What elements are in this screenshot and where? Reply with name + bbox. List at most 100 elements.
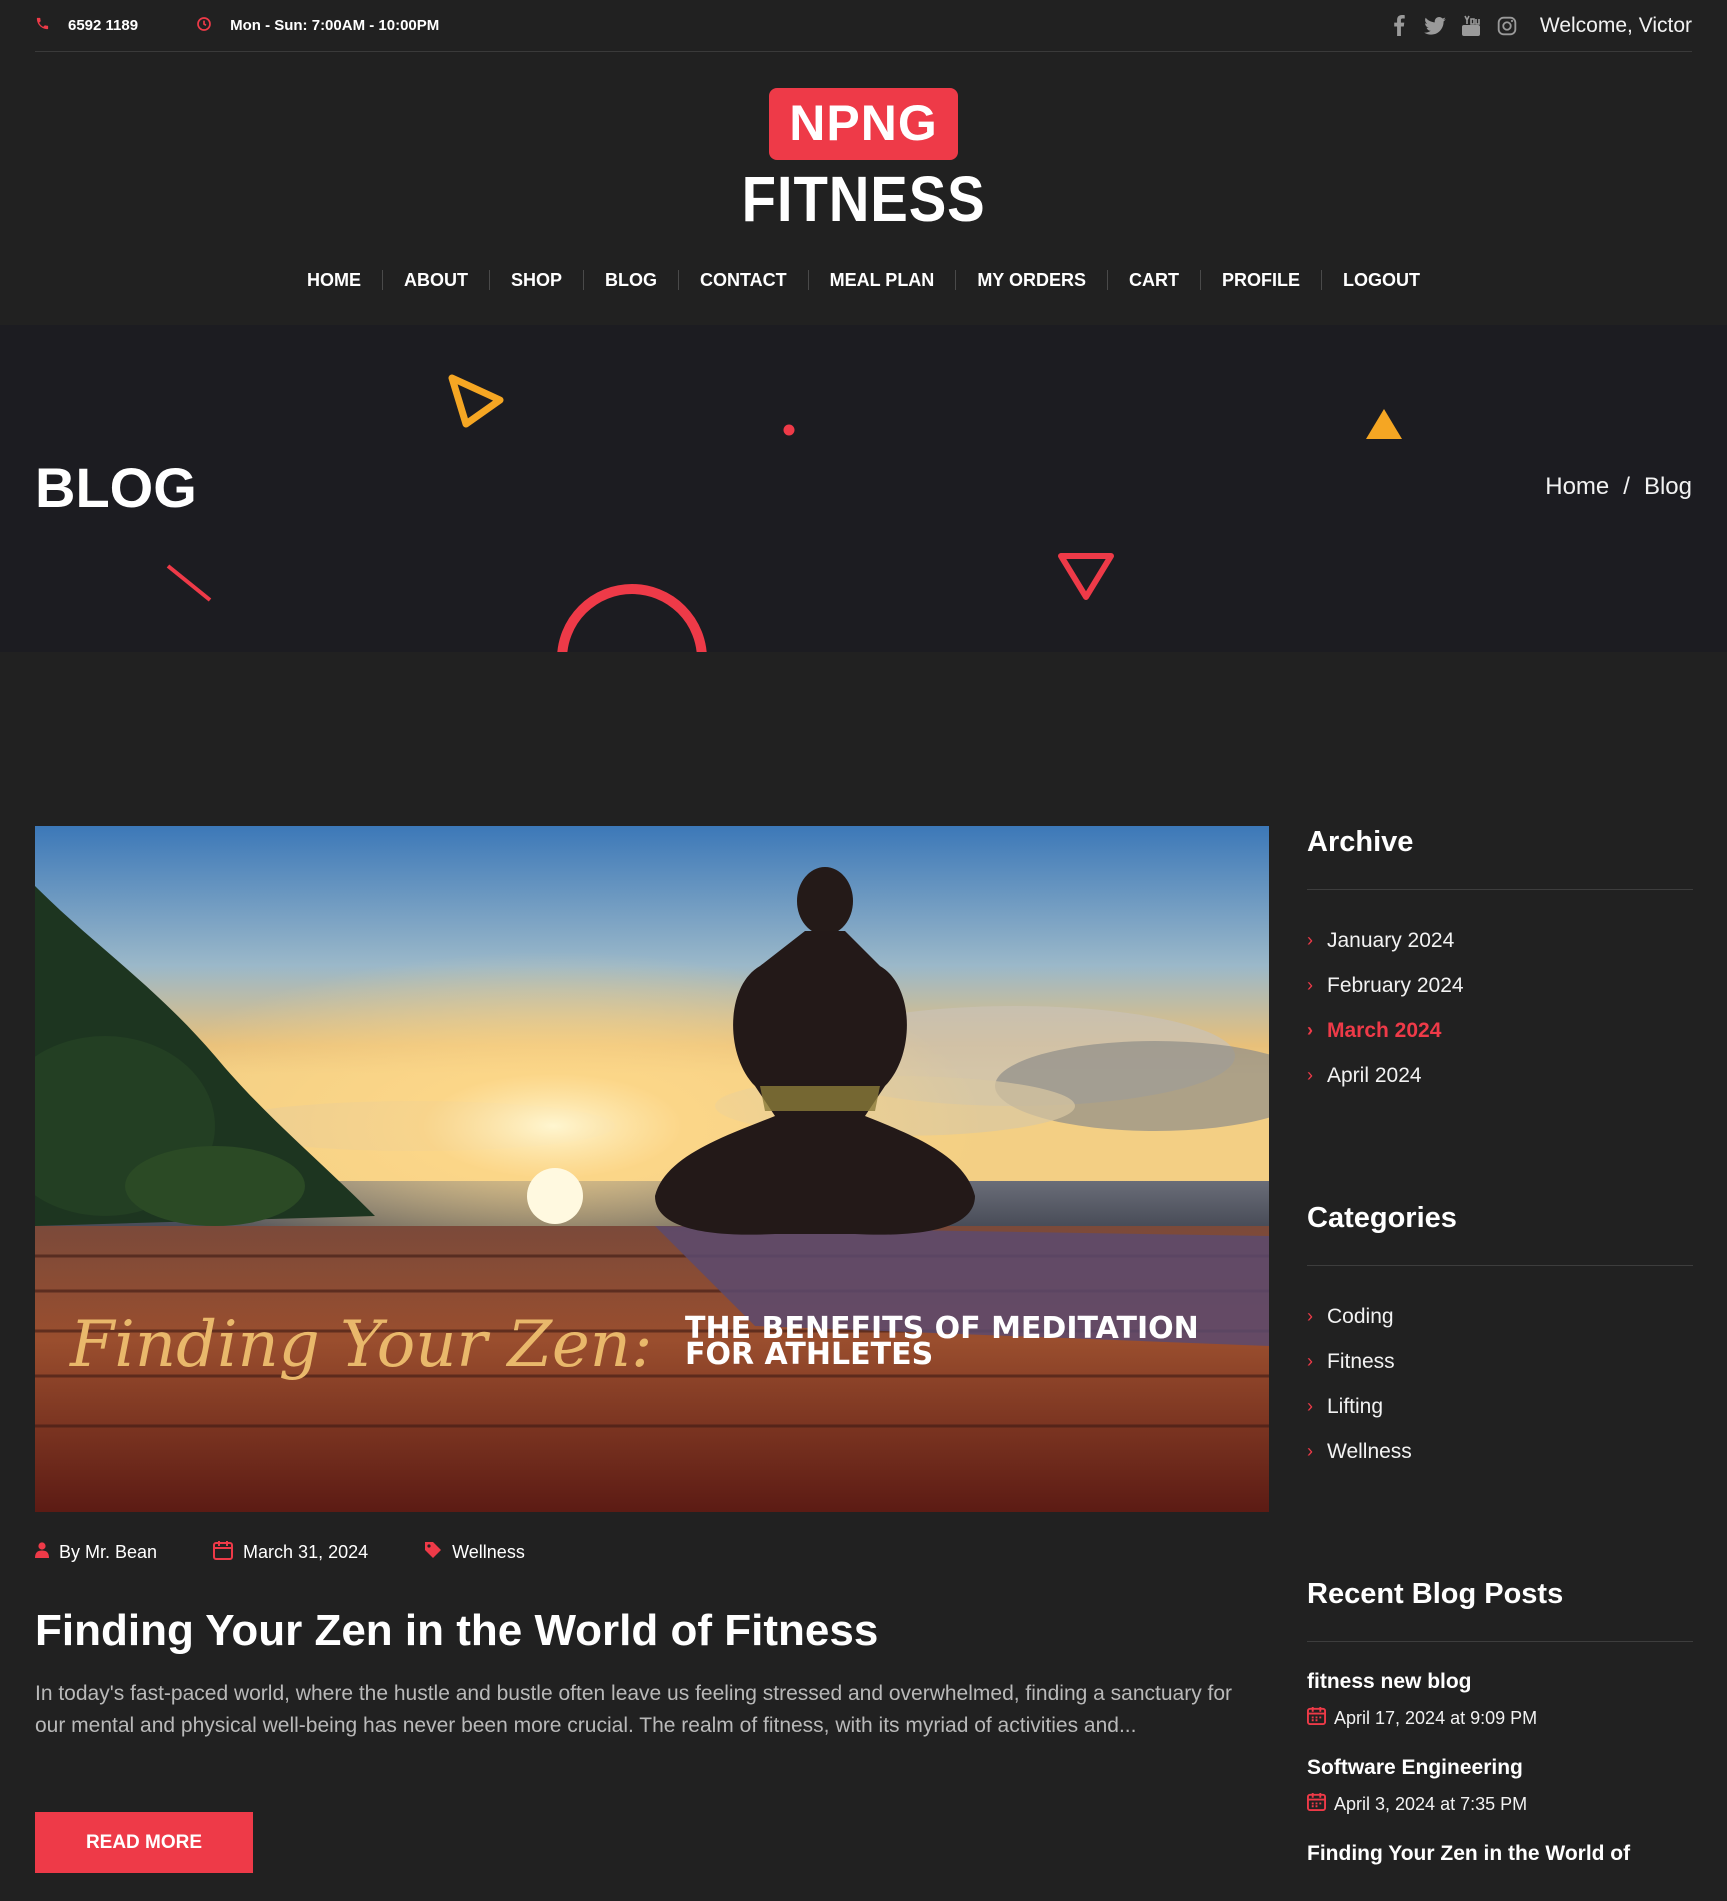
archive-item-label: March 2024 — [1327, 1018, 1442, 1042]
archive-item[interactable]: › February 2024 — [1307, 963, 1693, 1008]
recent-post[interactable]: Software Engineering April 3, 2024 at 7:… — [1307, 1756, 1693, 1816]
archive-item-active[interactable]: › March 2024 — [1307, 1008, 1693, 1053]
nav-home[interactable]: HOME — [286, 270, 383, 290]
page-title: BLOG — [35, 456, 197, 519]
topbar-right: Welcome, Victor — [1388, 14, 1692, 38]
chevron-right-icon: › — [1307, 975, 1313, 995]
archive-widget: Archive › January 2024 › February 2024 › Ma… — [1307, 826, 1693, 1098]
hours-text: Mon - Sun: 7:00AM - 10:00PM — [230, 17, 440, 34]
opening-hours: Mon - Sun: 7:00AM - 10:00PM — [196, 16, 439, 36]
nav-cart[interactable]: CART — [1108, 270, 1201, 290]
archive-item-label: January 2024 — [1327, 928, 1455, 952]
read-more-button[interactable]: READ MORE — [35, 1812, 253, 1873]
post-author[interactable]: By Mr. Bean — [35, 1540, 157, 1565]
facebook-icon[interactable] — [1388, 15, 1410, 37]
recent-post-title[interactable]: fitness new blog — [1307, 1670, 1693, 1694]
post-excerpt: In today's fast-paced world, where the h… — [35, 1682, 1233, 1737]
chevron-right-icon: › — [1307, 1306, 1313, 1326]
welcome-message: Welcome, Victor — [1539, 13, 1692, 37]
chevron-right-icon: › — [1307, 930, 1313, 950]
tag-icon — [424, 1541, 442, 1564]
archive-title: Archive — [1307, 826, 1693, 890]
phone-number: 6592 1189 — [68, 17, 139, 34]
triangle-outline-decoration — [448, 374, 504, 428]
chevron-right-icon: › — [1307, 1441, 1313, 1461]
chevron-right-icon: › — [1307, 1396, 1313, 1416]
nav-my-orders[interactable]: MY ORDERS — [956, 270, 1108, 290]
post-date: March 31, 2024 — [213, 1540, 368, 1565]
recent-post-title[interactable]: Software Engineering — [1307, 1756, 1693, 1780]
recent-post-title[interactable]: Finding Your Zen in the World of — [1307, 1842, 1693, 1866]
recent-posts-widget: Recent Blog Posts fitness new blog April… — [1307, 1578, 1693, 1866]
recent-post[interactable]: fitness new blog April 17, 2024 at 9:09 … — [1307, 1670, 1693, 1730]
page-banner: BLOG Home / Blog — [0, 325, 1727, 652]
clock-icon — [196, 16, 212, 36]
post-image-line2: FOR ATHLETES — [685, 1337, 933, 1372]
recent-post-date: April 3, 2024 at 7:35 PM — [1307, 1792, 1693, 1816]
post-featured-image[interactable]: Finding Your Zen: THE BENEFITS OF MEDITA… — [35, 826, 1269, 1512]
calendar-icon — [1307, 1706, 1326, 1730]
line-decoration — [166, 564, 212, 602]
post-image-artwork: Finding Your Zen: THE BENEFITS OF MEDITA… — [35, 826, 1269, 1512]
contact-info: 6592 1189 Mon - Sun: 7:00AM - 10:00PM — [35, 16, 439, 36]
nav-logout[interactable]: LOGOUT — [1322, 270, 1441, 290]
calendar-icon — [213, 1540, 234, 1565]
breadcrumb-home[interactable]: Home — [1545, 473, 1609, 501]
post-author-name: By Mr. Bean — [59, 1542, 158, 1562]
chevron-right-icon: › — [1307, 1065, 1313, 1085]
breadcrumb: Home / Blog — [1545, 473, 1692, 501]
archive-item[interactable]: › April 2024 — [1307, 1053, 1693, 1098]
phone-info: 6592 1189 — [35, 16, 138, 35]
recent-post-date: April 17, 2024 at 9:09 PM — [1307, 1706, 1693, 1730]
category-item[interactable]: › Lifting — [1307, 1384, 1693, 1429]
nav-contact[interactable]: CONTACT — [679, 270, 809, 290]
main-nav: HOME ABOUT SHOP BLOG CONTACT MEAL PLAN M… — [0, 270, 1727, 290]
dot-decoration — [783, 424, 795, 436]
triangle-solid-decoration — [1366, 409, 1402, 439]
triangle-down-decoration — [1058, 553, 1114, 600]
phone-icon — [35, 16, 50, 35]
nav-shop[interactable]: SHOP — [490, 270, 584, 290]
instagram-icon[interactable] — [1496, 15, 1518, 37]
post-title[interactable]: Finding Your Zen in the World of Fitness — [35, 1606, 878, 1656]
recent-post-date-text: April 17, 2024 at 9:09 PM — [1334, 1707, 1538, 1728]
recent-post[interactable]: Finding Your Zen in the World of — [1307, 1842, 1693, 1866]
chevron-right-icon: › — [1307, 1020, 1313, 1040]
category-item-label: Lifting — [1327, 1394, 1384, 1418]
archive-item-label: April 2024 — [1327, 1063, 1422, 1087]
post-image-script: Finding Your Zen: — [69, 1308, 653, 1382]
logo-badge: NPNG — [769, 88, 958, 160]
category-item[interactable]: › Fitness — [1307, 1339, 1693, 1384]
post-category-text: Wellness — [452, 1542, 525, 1562]
post-date-text: March 31, 2024 — [243, 1542, 369, 1562]
breadcrumb-separator: / — [1623, 473, 1630, 500]
recent-post-date-text: April 3, 2024 at 7:35 PM — [1334, 1793, 1528, 1814]
calendar-icon — [1307, 1792, 1326, 1816]
archive-item-label: February 2024 — [1327, 973, 1464, 997]
nav-meal-plan[interactable]: MEAL PLAN — [809, 270, 957, 290]
post-category[interactable]: Wellness — [424, 1540, 525, 1565]
categories-title: Categories — [1307, 1202, 1693, 1266]
logo-wordmark: FITNESS — [741, 163, 986, 235]
youtube-icon[interactable] — [1460, 15, 1482, 37]
top-bar: 6592 1189 Mon - Sun: 7:00AM - 10:00PM We… — [35, 0, 1692, 52]
archive-list: › January 2024 › February 2024 › March 2024… — [1307, 918, 1693, 1098]
nav-blog[interactable]: BLOG — [584, 270, 679, 290]
nav-profile[interactable]: PROFILE — [1201, 270, 1323, 290]
nav-about[interactable]: ABOUT — [383, 270, 490, 290]
category-item[interactable]: › Coding — [1307, 1294, 1693, 1339]
category-item-label: Wellness — [1327, 1439, 1412, 1463]
chevron-right-icon: › — [1307, 1351, 1313, 1371]
category-item-label: Coding — [1327, 1304, 1394, 1328]
site-logo[interactable]: NPNG FITNESS — [0, 88, 1727, 234]
breadcrumb-current: Blog — [1643, 473, 1692, 500]
category-item[interactable]: › Wellness — [1307, 1429, 1693, 1474]
category-item-label: Fitness — [1327, 1349, 1395, 1373]
post-meta: By Mr. Bean March 31, 2024 Wellness — [35, 1540, 525, 1565]
archive-item[interactable]: › January 2024 — [1307, 918, 1693, 963]
categories-list: › Coding › Fitness › Lifting › Wellness — [1307, 1294, 1693, 1474]
twitter-icon[interactable] — [1424, 15, 1446, 37]
half-circle-decoration — [557, 584, 707, 652]
categories-widget: Categories › Coding › Fitness › Lifting › We… — [1307, 1202, 1693, 1474]
recent-posts-title: Recent Blog Posts — [1307, 1578, 1693, 1642]
